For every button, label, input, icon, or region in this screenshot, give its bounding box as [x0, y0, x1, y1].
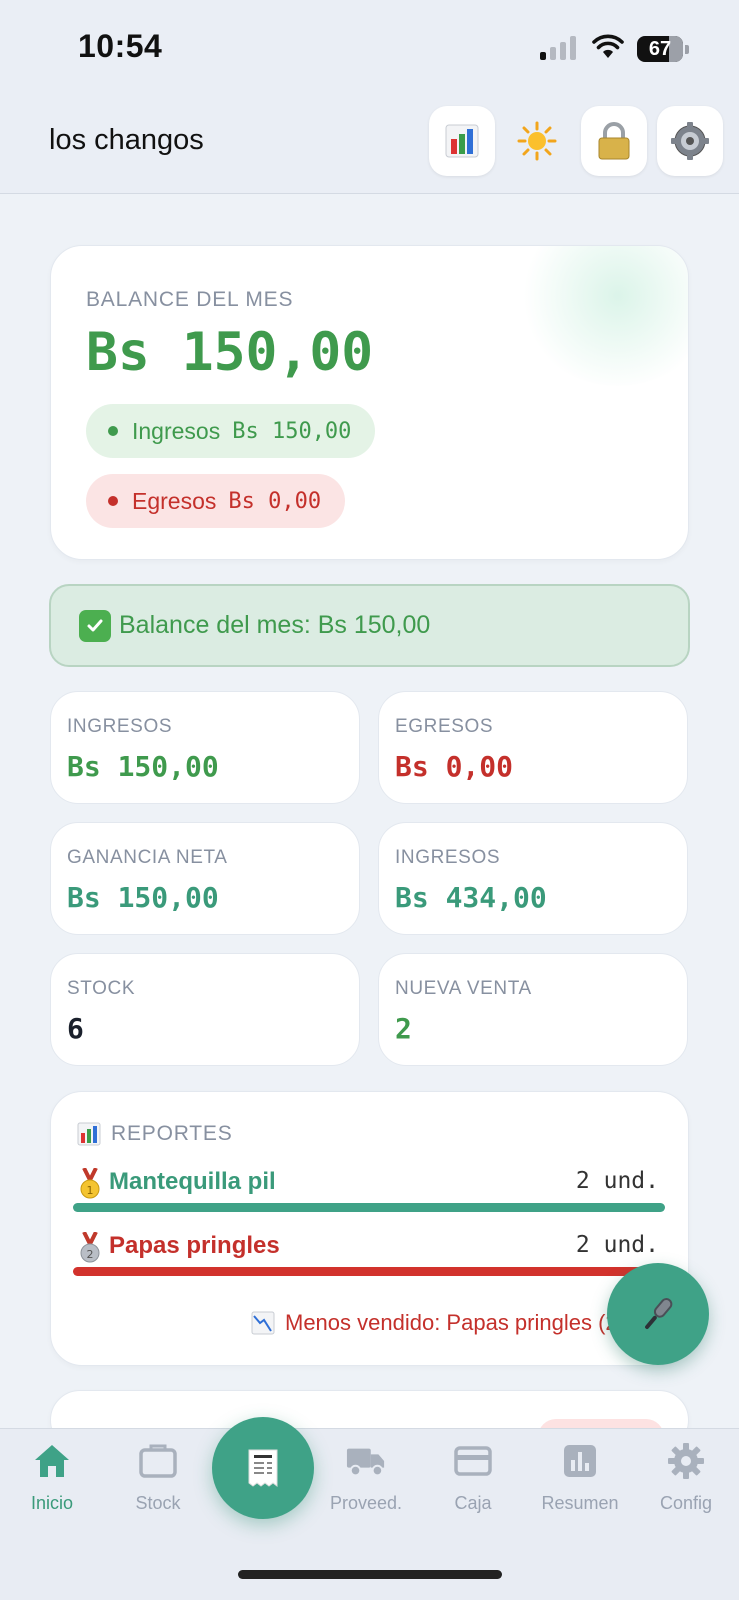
report-row: 1 Mantequilla pil 2 und. — [79, 1168, 659, 1200]
balance-alert-text: Balance del mes: Bs 150,00 — [119, 611, 431, 639]
stat-card-net-profit: GANANCIA NETA Bs 150,00 — [50, 822, 360, 935]
stat-value: 2 — [395, 1012, 412, 1045]
voice-input-button[interactable] — [607, 1263, 709, 1365]
stat-label: STOCK — [67, 978, 136, 999]
status-bar: 10:54 67 — [0, 0, 739, 100]
report-row: 2 Papas pringles 2 und. — [79, 1232, 659, 1264]
income-dot-icon — [108, 426, 118, 436]
gear-icon — [668, 1443, 704, 1479]
settings-button[interactable] — [657, 106, 723, 176]
card-icon — [454, 1446, 492, 1476]
report-item-name: Mantequilla pil — [109, 1168, 276, 1195]
microphone-icon — [645, 1298, 673, 1330]
nav-item-resumen[interactable]: Resumen — [530, 1441, 630, 1521]
gear-icon — [671, 122, 709, 160]
lock-icon — [598, 122, 630, 160]
nav-label: Resumen — [541, 1493, 619, 1513]
app-header: los changos — [0, 100, 739, 194]
status-time: 10:54 — [78, 28, 163, 64]
nav-label: Stock — [135, 1493, 181, 1513]
silver-medal-icon: 2 — [80, 1232, 100, 1263]
stat-card-stock[interactable]: STOCK 6 — [50, 953, 360, 1066]
monthly-balance-card: BALANCE DEL MES Bs 150,00 Ingresos Bs 15… — [50, 245, 689, 560]
nav-label: Caja — [454, 1493, 492, 1513]
nav-label: Inicio — [30, 1493, 74, 1513]
least-sold-note: Menos vendido: Papas pringles (2 — [251, 1310, 618, 1336]
bar-chart-icon — [445, 124, 479, 158]
svg-text:2: 2 — [87, 1248, 94, 1261]
income-pill-label: Ingresos — [132, 417, 221, 444]
stat-card-expenses: EGRESOS Bs 0,00 — [378, 691, 688, 804]
wifi-icon — [592, 34, 624, 58]
income-pill-value: Bs 150,00 — [232, 418, 352, 444]
reports-title-text: REPORTES — [111, 1122, 233, 1145]
balance-value: Bs 150,00 — [86, 322, 374, 383]
box-icon — [139, 1444, 177, 1478]
check-icon — [79, 609, 111, 642]
trend-down-icon — [251, 1311, 275, 1335]
stat-card-income-total: INGRESOS Bs 434,00 — [378, 822, 688, 935]
expense-pill: Egresos Bs 0,00 — [86, 474, 346, 528]
stat-card-income: INGRESOS Bs 150,00 — [50, 691, 360, 804]
home-icon — [35, 1445, 69, 1477]
report-item-qty: 2 und. — [575, 1168, 659, 1194]
home-indicator — [238, 1570, 502, 1579]
stat-value: Bs 434,00 — [395, 881, 547, 914]
lock-button[interactable] — [581, 106, 647, 176]
battery-level: 67 — [648, 38, 672, 60]
report-item-name: Papas pringles — [109, 1232, 280, 1259]
stat-label: INGRESOS — [67, 716, 173, 737]
stat-value: Bs 150,00 — [67, 750, 219, 783]
nav-label: Config — [659, 1493, 713, 1513]
stat-value: 6 — [67, 1012, 84, 1045]
nav-item-inicio[interactable]: Inicio — [2, 1441, 102, 1521]
cellular-signal-icon — [540, 36, 580, 60]
stat-card-new-sale[interactable]: NUEVA VENTA 2 — [378, 953, 688, 1066]
stat-label: INGRESOS — [395, 847, 501, 868]
theme-toggle-button[interactable] — [504, 106, 570, 176]
stat-label: GANANCIA NETA — [67, 847, 228, 868]
reports-button[interactable] — [429, 106, 495, 176]
least-sold-text: Menos vendido: Papas pringles (2 — [285, 1310, 618, 1335]
nav-label: Proveed. — [329, 1493, 403, 1513]
reports-card: REPORTES 1 Mantequilla pil 2 und. 2 Papa… — [50, 1091, 689, 1366]
truck-icon — [346, 1448, 385, 1477]
balance-alert: Balance del mes: Bs 150,00 — [49, 584, 690, 667]
gold-medal-icon: 1 — [80, 1168, 100, 1199]
expense-dot-icon — [108, 496, 118, 506]
stat-value: Bs 0,00 — [395, 750, 514, 783]
nav-item-caja[interactable]: Caja — [423, 1441, 523, 1521]
expense-pill-value: Bs 0,00 — [228, 488, 322, 514]
report-item-qty: 2 und. — [575, 1232, 659, 1258]
reports-title: REPORTES — [77, 1122, 233, 1146]
svg-text:1: 1 — [87, 1184, 94, 1197]
stat-label: NUEVA VENTA — [395, 978, 532, 999]
stat-label: EGRESOS — [395, 716, 494, 737]
receipt-icon — [248, 1449, 278, 1487]
report-bar — [73, 1203, 665, 1212]
sun-icon — [517, 121, 557, 161]
new-sale-receipt-button[interactable] — [212, 1417, 314, 1519]
app-title: los changos — [49, 124, 204, 156]
balance-label: BALANCE DEL MES — [86, 288, 294, 311]
chart-icon — [564, 1445, 596, 1477]
nav-item-stock[interactable]: Stock — [108, 1441, 208, 1521]
income-pill: Ingresos Bs 150,00 — [86, 404, 376, 458]
bar-chart-icon — [77, 1122, 101, 1146]
nav-item-proveedores[interactable]: Proveed. — [316, 1441, 416, 1521]
expense-pill-label: Egresos — [132, 487, 217, 514]
battery-icon: 67 — [637, 36, 689, 62]
nav-item-config[interactable]: Config — [636, 1441, 736, 1521]
report-bar — [73, 1267, 665, 1276]
stat-value: Bs 150,00 — [67, 881, 219, 914]
